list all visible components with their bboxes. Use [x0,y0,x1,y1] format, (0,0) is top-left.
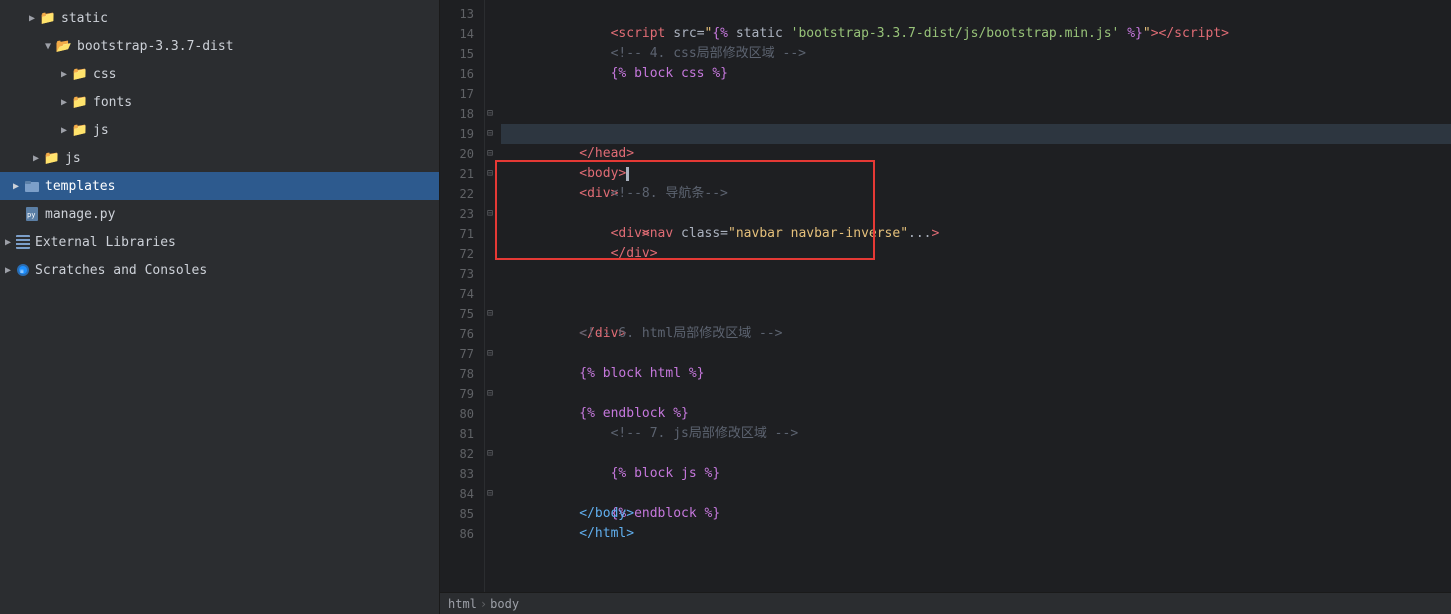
sidebar-item-label: fonts [93,95,132,110]
collapse-arrow: ▶ [56,122,72,138]
editor-content[interactable]: 13 14 15 16 17 18 19 20 21 22 23 71 72 7… [440,0,1451,592]
sidebar-item-label: Scratches and Consoles [35,263,207,278]
sidebar-item-static[interactable]: ▶ 📁 static [0,4,439,32]
code-line [501,384,1451,404]
scratches-icon: ≡ [16,263,30,277]
folder-icon: 📁 [40,10,56,26]
fold-icon[interactable]: ⊟ [487,344,493,364]
code-line: ⊟ {% endblock %} [501,464,1451,484]
sidebar-item-label: js [93,123,109,138]
expand-arrow: ▼ [40,38,56,54]
code-line [501,64,1451,84]
sidebar-item-bootstrap[interactable]: ▼ 📂 bootstrap-3.3.7-dist [0,32,439,60]
code-line: ⊟ </div> [501,284,1451,304]
code-line: ⊟ {% block js %} [501,424,1451,444]
code-area: 13 14 15 16 17 18 19 20 21 22 23 71 72 7… [440,0,1451,592]
fold-icon[interactable]: ⊟ [487,444,493,464]
fold-icon[interactable]: ⊟ [487,124,493,144]
breadcrumb-body: body [490,597,519,611]
svg-text:≡: ≡ [20,268,24,275]
code-line: </div> [501,224,1451,244]
code-line: <!--8. 导航条--> [501,164,1451,184]
sidebar-item-label: css [93,67,116,82]
folder-icon: 📂 [56,38,72,54]
code-line: ⊟ </head> [501,104,1451,124]
sidebar-item-external-libraries[interactable]: ▶ External Libraries [0,228,439,256]
sidebar-item-label: manage.py [45,207,115,222]
fold-icon[interactable]: ⊟ [487,164,493,184]
fold-icon[interactable]: ⊟ [487,104,493,124]
code-line: ⊟ <div> [501,184,1451,204]
folder-icon: 📁 [72,94,88,110]
code-line [501,264,1451,284]
sidebar-item-js-outer[interactable]: ▶ 📁 js [0,144,439,172]
expand-arrow: ▶ [8,178,24,194]
collapse-arrow: ▶ [0,262,16,278]
collapse-arrow: ▶ [0,234,16,250]
code-line: {% block css %} [501,44,1451,64]
sidebar-item-label: static [61,11,108,26]
svg-text:py: py [27,211,35,219]
code-line: ⊟ {% endblock %} [501,84,1451,104]
python-file-icon: py [24,206,40,222]
sidebar-item-css[interactable]: ▶ 📁 css [0,60,439,88]
sidebar-item-label: js [65,151,81,166]
code-line: ⊟ {% block html %} [501,324,1451,344]
code-lines: <script src="{% static 'bootstrap-3.3.7-… [485,0,1451,592]
fold-icon[interactable]: ⊟ [487,484,493,504]
code-line [501,524,1451,544]
code-line: <nav class="navbar navbar-inverse"...> [501,204,1451,224]
folder-selected-icon [24,178,40,194]
sidebar-item-manage-py[interactable]: py manage.py [0,200,439,228]
code-editor: 13 14 15 16 17 18 19 20 21 22 23 71 72 7… [440,0,1451,614]
code-line: <!-- 6. html局部修改区域 --> [501,304,1451,324]
folder-icon: 📁 [44,150,60,166]
breadcrumb-html: html [448,597,477,611]
file-tree: ▶ 📁 static ▼ 📂 bootstrap-3.3.7-dist ▶ 📁 … [0,0,440,614]
folder-icon: 📁 [72,66,88,82]
fold-icon[interactable]: ⊟ [487,144,493,164]
sidebar-item-scratches[interactable]: ▶ ≡ Scratches and Consoles [0,256,439,284]
code-line [501,444,1451,464]
sidebar-item-templates[interactable]: ▶ templates [0,172,439,200]
sidebar-item-js-inner[interactable]: ▶ 📁 js [0,116,439,144]
code-line: <script src="{% static 'bootstrap-3.3.7-… [501,4,1451,24]
sidebar-item-fonts[interactable]: ▶ 📁 fonts [0,88,439,116]
code-line: <!-- 4. css局部修改区域 --> [501,24,1451,44]
code-line: </body> [501,484,1451,504]
sidebar-item-label: bootstrap-3.3.7-dist [77,39,234,54]
code-line [501,344,1451,364]
folder-icon: 📁 [72,122,88,138]
fold-icon[interactable]: ⊟ [487,204,493,224]
fold-icon[interactable]: ⊟ [487,304,493,324]
code-line: ⊟ <body> [501,124,1451,144]
line-numbers: 13 14 15 16 17 18 19 20 21 22 23 71 72 7… [440,0,485,592]
fold-icon[interactable]: ⊟ [487,384,493,404]
sidebar-item-label: templates [45,179,115,194]
collapse-arrow: ▶ [56,94,72,110]
code-line: ⊟ <div> [501,144,1451,164]
code-line: </html> [501,504,1451,524]
collapse-arrow: ▶ [56,66,72,82]
collapse-arrow: ▶ [28,150,44,166]
code-line [501,244,1451,264]
code-line: ⊟ {% endblock %} [501,364,1451,384]
no-arrow [8,206,24,222]
libraries-icon [16,235,30,249]
collapse-arrow: ▶ [24,10,40,26]
breadcrumb-separator: › [480,597,487,611]
sidebar-item-label: External Libraries [35,235,176,250]
code-line: <!-- 7. js局部修改区域 --> [501,404,1451,424]
breadcrumb: html › body [440,592,1451,614]
